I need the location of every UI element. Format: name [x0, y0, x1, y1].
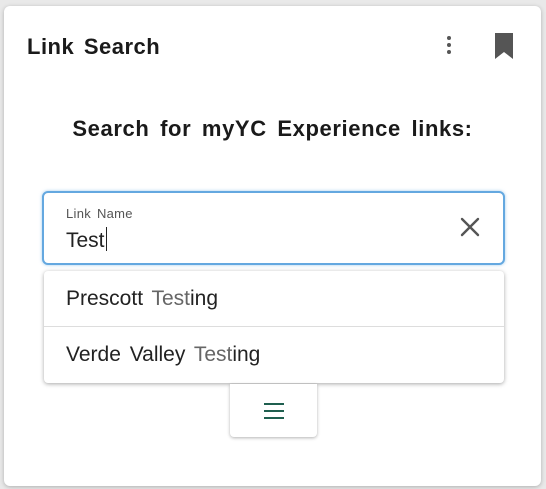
- suggestion-prefix: Verde Valley: [66, 343, 194, 366]
- suggestion-match: Test: [151, 287, 190, 310]
- suggestion-match: Test: [193, 343, 233, 366]
- close-icon[interactable]: [458, 215, 482, 239]
- hamburger-icon: [263, 402, 284, 419]
- more-vert-icon[interactable]: [438, 32, 460, 58]
- menu-button[interactable]: [230, 384, 317, 437]
- link-name-field[interactable]: Link Name Test: [42, 191, 505, 265]
- search-heading: Search for myYC Experience links:: [72, 116, 473, 141]
- bookmark-icon[interactable]: [492, 32, 516, 60]
- suggestion-item[interactable]: Prescott Testing: [44, 271, 504, 327]
- suggestion-suffix: ing: [232, 343, 261, 366]
- card-title: Link Search: [27, 34, 161, 59]
- suggestion-prefix: Prescott: [66, 287, 152, 310]
- suggestions-dropdown: Prescott Testing Verde Valley Testing: [44, 271, 504, 383]
- field-label: Link Name: [66, 206, 133, 221]
- search-input-value: Test: [66, 229, 105, 252]
- suggestion-item[interactable]: Verde Valley Testing: [44, 327, 504, 383]
- link-search-card: Link Search Search for myYC Experience l…: [4, 6, 541, 486]
- search-input[interactable]: Test: [66, 227, 107, 253]
- suggestion-suffix: ing: [190, 287, 219, 310]
- text-caret: [105, 227, 107, 251]
